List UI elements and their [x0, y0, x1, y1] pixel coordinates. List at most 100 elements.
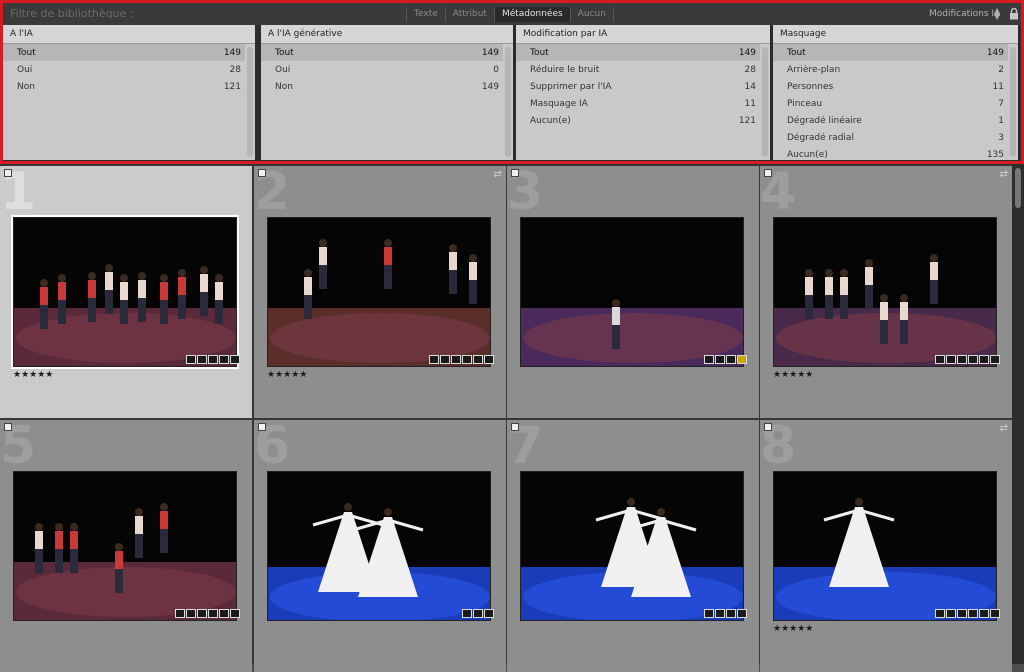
flag-icon[interactable] — [4, 169, 12, 177]
metadata-badge-icon[interactable] — [726, 609, 736, 618]
filter-column-scrollbar[interactable] — [762, 47, 768, 157]
metadata-badge-icon[interactable] — [737, 609, 747, 618]
filter-column-scrollbar[interactable] — [1010, 47, 1016, 157]
filter-column-header[interactable]: Masquage — [773, 25, 1018, 44]
filter-row[interactable]: Dégradé radial 3 — [773, 129, 1008, 146]
metadata-badge-icon[interactable] — [473, 609, 483, 618]
filter-row[interactable]: Non 121 — [3, 78, 245, 95]
tab-aucun[interactable]: Aucun — [569, 7, 614, 22]
filter-row[interactable]: Masquage IA 11 — [516, 95, 760, 112]
filter-row[interactable]: Tout 149 — [516, 44, 760, 61]
metadata-badge-icon[interactable] — [230, 355, 240, 364]
flag-icon[interactable] — [4, 423, 12, 431]
photo-cell[interactable]: 8 ⇄ ★★★★★ — [760, 420, 1012, 672]
flag-icon[interactable] — [764, 169, 772, 177]
metadata-badge-icon[interactable] — [979, 609, 989, 618]
filter-row[interactable]: Aucun(e) 135 — [773, 146, 1008, 163]
metadata-badge-icon[interactable] — [219, 355, 229, 364]
metadata-badge-icon[interactable] — [715, 609, 725, 618]
filter-row[interactable]: Oui 0 — [261, 61, 503, 78]
photo-cell[interactable]: 3 — [507, 166, 759, 418]
metadata-badge-icon[interactable] — [175, 609, 185, 618]
flag-icon[interactable] — [511, 423, 519, 431]
metadata-badge-icon[interactable] — [737, 355, 747, 364]
metadata-badge-icon[interactable] — [935, 609, 945, 618]
filter-row[interactable]: Personnes 11 — [773, 78, 1008, 95]
metadata-badge-icon[interactable] — [197, 609, 207, 618]
filter-row[interactable]: Pinceau 7 — [773, 95, 1008, 112]
photo-thumbnail[interactable] — [13, 471, 237, 621]
metadata-badge-icon[interactable] — [186, 355, 196, 364]
grid-scrollbar-thumb[interactable] — [1015, 168, 1021, 208]
photo-thumbnail[interactable] — [773, 471, 997, 621]
photo-cell[interactable]: 5 — [0, 420, 252, 672]
filter-row[interactable]: Aucun(e) 121 — [516, 112, 760, 129]
photo-thumbnail[interactable] — [773, 217, 997, 367]
metadata-badge-icon[interactable] — [946, 355, 956, 364]
tab-texte[interactable]: Texte — [406, 7, 445, 22]
metadata-badge-icon[interactable] — [968, 609, 978, 618]
metadata-badge-icon[interactable] — [440, 355, 450, 364]
filter-row[interactable]: Dégradé linéaire 1 — [773, 112, 1008, 129]
filter-row[interactable]: Arrière-plan 2 — [773, 61, 1008, 78]
star-rating[interactable]: ★★★★★ — [13, 370, 53, 380]
metadata-badge-icon[interactable] — [208, 609, 218, 618]
metadata-badge-icon[interactable] — [979, 355, 989, 364]
metadata-badge-icon[interactable] — [704, 355, 714, 364]
metadata-badge-icon[interactable] — [957, 609, 967, 618]
filter-row[interactable]: Oui 28 — [3, 61, 245, 78]
filter-column-header[interactable]: A l'IA générative — [261, 25, 513, 44]
metadata-badge-icon[interactable] — [429, 355, 439, 364]
photo-cell[interactable]: 7 — [507, 420, 759, 672]
photo-thumbnail[interactable] — [267, 217, 491, 367]
metadata-badge-icon[interactable] — [704, 609, 714, 618]
filter-column-header[interactable]: Modification par IA — [516, 25, 770, 44]
metadata-badge-icon[interactable] — [957, 355, 967, 364]
chevron-updown-icon[interactable]: ▲ ▼ — [994, 7, 1000, 21]
preset-select[interactable]: Modifications IA — [929, 9, 1000, 19]
photo-cell[interactable]: 2 ⇄ ★★★★★ — [254, 166, 506, 418]
photo-thumbnail[interactable] — [520, 217, 744, 367]
metadata-badge-icon[interactable] — [208, 355, 218, 364]
filter-row[interactable]: Non 149 — [261, 78, 503, 95]
tab-attribut[interactable]: Attribut — [444, 7, 494, 22]
flag-icon[interactable] — [764, 423, 772, 431]
metadata-badge-icon[interactable] — [935, 355, 945, 364]
filter-row[interactable]: Tout 149 — [261, 44, 503, 61]
filter-row[interactable]: Supprimer par l'IA 14 — [516, 78, 760, 95]
photo-thumbnail[interactable] — [520, 471, 744, 621]
flag-icon[interactable] — [258, 423, 266, 431]
filter-column-scrollbar[interactable] — [505, 47, 511, 157]
photo-thumbnail[interactable] — [11, 215, 239, 369]
metadata-badge-icon[interactable] — [990, 609, 1000, 618]
grid-scrollbar[interactable] — [1012, 164, 1024, 664]
metadata-badge-icon[interactable] — [715, 355, 725, 364]
metadata-badge-icon[interactable] — [462, 355, 472, 364]
filter-column-scrollbar[interactable] — [247, 47, 253, 157]
metadata-badge-icon[interactable] — [186, 609, 196, 618]
star-rating[interactable]: ★★★★★ — [773, 624, 813, 634]
filter-row[interactable]: Tout 149 — [773, 44, 1008, 61]
flag-icon[interactable] — [511, 169, 519, 177]
metadata-badge-icon[interactable] — [230, 609, 240, 618]
star-rating[interactable]: ★★★★★ — [773, 370, 813, 380]
filter-column-header[interactable]: A l'IA — [3, 25, 255, 44]
metadata-badge-icon[interactable] — [968, 355, 978, 364]
filter-row[interactable]: Réduire le bruit 28 — [516, 61, 760, 78]
photo-thumbnail[interactable] — [267, 471, 491, 621]
metadata-badge-icon[interactable] — [451, 355, 461, 364]
star-rating[interactable]: ★★★★★ — [267, 370, 307, 380]
metadata-badge-icon[interactable] — [473, 355, 483, 364]
metadata-badge-icon[interactable] — [219, 609, 229, 618]
photo-cell[interactable]: 4 ⇄ ★★★★★ — [760, 166, 1012, 418]
lock-icon[interactable] — [1009, 7, 1019, 20]
metadata-badge-icon[interactable] — [484, 609, 494, 618]
photo-cell[interactable]: 6 — [254, 420, 506, 672]
metadata-badge-icon[interactable] — [197, 355, 207, 364]
filter-row[interactable]: Tout 149 — [3, 44, 245, 61]
metadata-badge-icon[interactable] — [990, 355, 1000, 364]
photo-cell[interactable]: 1 ⇄ ★★★★★ — [0, 166, 252, 418]
metadata-badge-icon[interactable] — [462, 609, 472, 618]
flag-icon[interactable] — [258, 169, 266, 177]
metadata-badge-icon[interactable] — [726, 355, 736, 364]
